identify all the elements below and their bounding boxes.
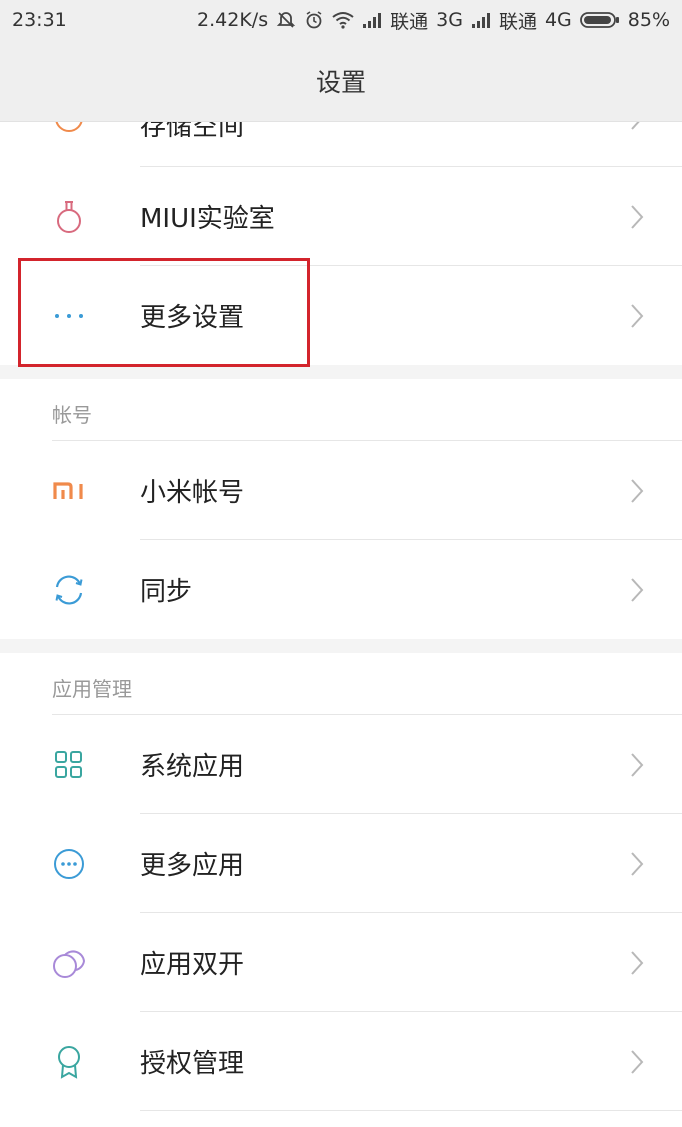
section-header-account: 帐号 [0,379,682,441]
chevron-right-icon [630,913,644,1012]
chevron-right-icon [630,715,644,814]
section-header-app-management: 应用管理 [0,653,682,715]
status-net-1: 3G [436,9,463,31]
chevron-right-icon [630,814,644,913]
status-bar: 23:31 2.42K/s 联通 3G 联通 4G 85% [0,0,682,40]
settings-row-mi-account[interactable]: 小米帐号 [0,441,682,540]
flask-icon [50,167,88,266]
settings-row-label: 应用双开 [140,950,245,980]
row-divider [140,1110,682,1111]
wifi-icon [332,11,354,29]
chevron-right-icon [630,122,644,167]
permission-icon [50,1012,88,1111]
settings-list[interactable]: 存储空间 MIUI实验室 更多设置 帐号 小米帐号 同步 应用管理 系统应用 更… [0,122,682,1111]
settings-row-label: 更多应用 [140,851,245,881]
section-gap [0,365,682,379]
section-title: 应用管理 [52,677,132,701]
status-carrier-1: 联通 [390,10,429,33]
header: 设置 [0,40,682,122]
mi-logo-icon [50,441,88,540]
settings-row-label: MIUI实验室 [140,204,275,234]
settings-row-label: 同步 [140,577,193,607]
sync-icon [50,540,88,639]
dual-apps-icon [50,913,88,1012]
settings-row-label: 存储空间 [140,122,245,142]
signal-icon [471,12,491,28]
chevron-right-icon [630,266,644,365]
chevron-right-icon [630,1012,644,1111]
battery-icon [579,11,620,29]
section-gap [0,639,682,653]
grid-icon [50,715,88,814]
signal-icon [362,12,382,28]
settings-row-system-apps[interactable]: 系统应用 [0,715,682,814]
settings-row-sync[interactable]: 同步 [0,540,682,639]
settings-row-more-settings[interactable]: 更多设置 [0,266,682,365]
settings-row-label: 小米帐号 [140,478,245,508]
settings-row-storage[interactable]: 存储空间 [0,122,682,167]
settings-row-label: 授权管理 [140,1049,245,1079]
chevron-right-icon [630,441,644,540]
settings-row-label: 更多设置 [140,303,245,333]
storage-icon [50,122,88,167]
section-title: 帐号 [52,403,92,427]
mute-icon [276,10,296,30]
more-dots-icon [50,266,88,365]
battery-percent: 85% [627,9,670,31]
status-net-2: 4G [544,9,572,31]
alarm-icon [304,10,324,30]
settings-row-dual-apps[interactable]: 应用双开 [0,913,682,1012]
settings-row-more-apps[interactable]: 更多应用 [0,814,682,913]
chevron-right-icon [630,540,644,639]
status-net-speed: 2.42K/s [197,9,269,31]
settings-row-permissions[interactable]: 授权管理 [0,1012,682,1111]
status-carrier-2: 联通 [498,10,537,33]
more-apps-icon [50,814,88,913]
status-time: 23:31 [12,9,67,31]
page-title: 设置 [315,67,366,97]
chevron-right-icon [630,167,644,266]
settings-row-label: 系统应用 [140,752,245,782]
settings-row-miui-lab[interactable]: MIUI实验室 [0,167,682,266]
